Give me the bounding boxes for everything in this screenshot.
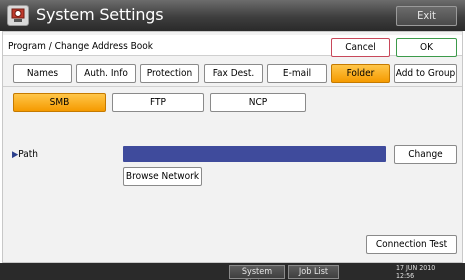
date-time: 17 JUN 2010 12:56 bbox=[396, 264, 435, 280]
divider bbox=[3, 86, 462, 87]
protocol-ncp[interactable]: NCP bbox=[210, 93, 306, 112]
connection-test-button[interactable]: Connection Test bbox=[366, 235, 457, 254]
tab-names[interactable]: Names bbox=[13, 64, 72, 83]
tab-fax-dest[interactable]: Fax Dest. bbox=[204, 64, 263, 83]
system-status-button[interactable]: System Status bbox=[229, 265, 285, 280]
path-label: Path bbox=[18, 149, 38, 160]
exit-button[interactable]: Exit bbox=[396, 6, 457, 26]
path-input[interactable] bbox=[123, 146, 386, 162]
tab-folder[interactable]: Folder bbox=[331, 64, 390, 83]
date: 17 JUN 2010 bbox=[396, 264, 436, 272]
tab-add-to-group[interactable]: Add to Group bbox=[394, 64, 457, 83]
protocol-smb[interactable]: SMB bbox=[13, 93, 106, 112]
protocol-ftp[interactable]: FTP bbox=[112, 93, 204, 112]
tab-auth-info[interactable]: Auth. Info bbox=[76, 64, 136, 83]
cancel-button[interactable]: Cancel bbox=[331, 38, 390, 57]
breadcrumb: Program / Change Address Book bbox=[8, 41, 154, 52]
path-label-container: ▶Path bbox=[12, 149, 38, 160]
job-list-button[interactable]: Job List bbox=[288, 265, 339, 279]
page-title: System Settings bbox=[36, 5, 164, 24]
ok-button[interactable]: OK bbox=[396, 38, 457, 57]
tab-protection[interactable]: Protection bbox=[140, 64, 199, 83]
browse-network-button[interactable]: Browse Network bbox=[123, 167, 202, 186]
settings-machine-icon bbox=[7, 5, 29, 26]
change-button[interactable]: Change bbox=[394, 145, 457, 164]
time: 12:56 bbox=[396, 272, 415, 280]
tab-email[interactable]: E-mail bbox=[267, 64, 327, 83]
